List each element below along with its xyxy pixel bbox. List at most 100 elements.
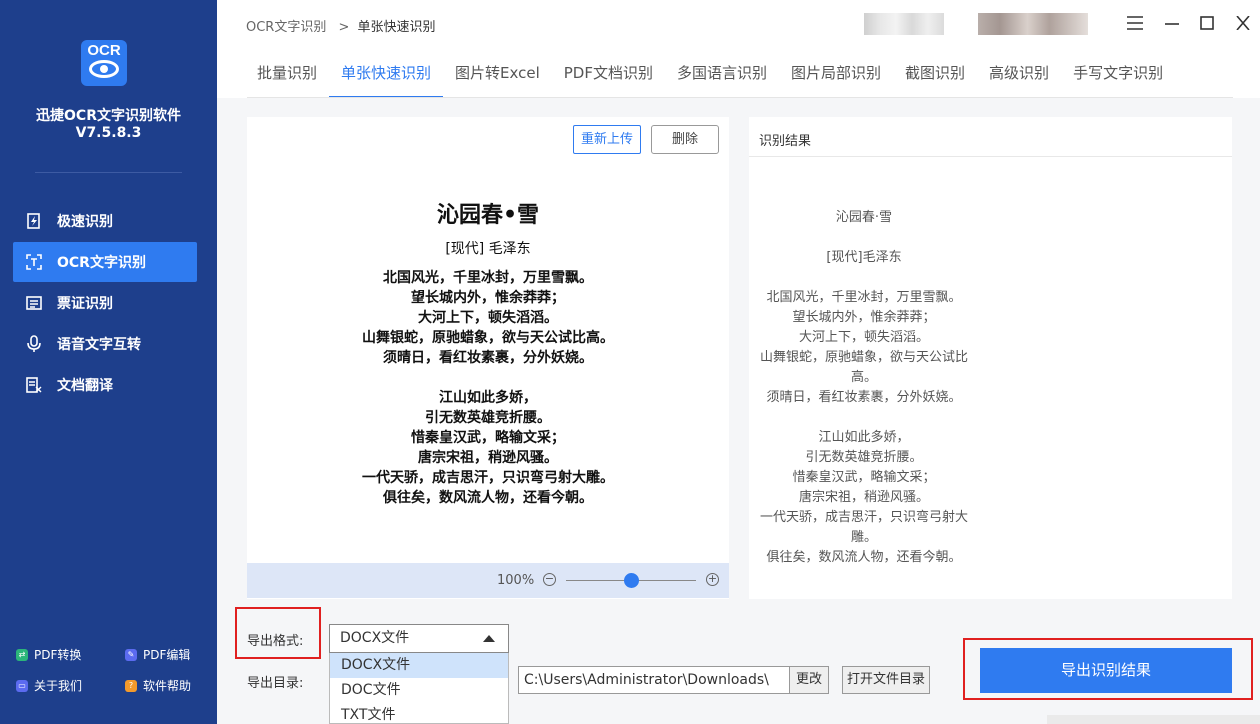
result-gap	[749, 228, 979, 248]
pdf-convert-icon: ⇄	[16, 648, 28, 661]
tab-0[interactable]: 批量识别	[247, 58, 329, 98]
poem-line: 俱往矣，数风流人物，还看今朝。	[383, 490, 593, 506]
open-dir-button[interactable]: 打开文件目录	[842, 666, 930, 694]
pdf-edit-link[interactable]: ✎ PDF编辑	[125, 646, 190, 663]
app-name: 迅捷OCR文字识别软件	[36, 108, 181, 124]
export-format-select[interactable]: DOCX文件	[329, 624, 509, 653]
tab-7[interactable]: 高级识别	[977, 58, 1061, 98]
result-panel-title: 识别结果	[759, 134, 812, 149]
blurred-avatar	[978, 13, 1088, 35]
sidebar-item-ocr[interactable]: OCR文字识别	[13, 242, 197, 282]
scan-frame-icon	[25, 253, 43, 271]
zoom-level: 100%	[497, 573, 535, 588]
sidebar-item-label: 语音文字互转	[57, 337, 141, 353]
result-line: 沁园春·雪	[835, 210, 893, 225]
pdf-convert-label: PDF转换	[34, 648, 82, 662]
stanza-gap	[247, 368, 729, 388]
format-option-doc[interactable]: DOC文件	[330, 678, 508, 703]
result-text[interactable]: 沁园春·雪 [现代]毛泽东 北国风光，千里冰封，万里雪飘。 望长城内外，惟余莽莽…	[749, 208, 979, 568]
zoom-in-icon[interactable]: +	[706, 573, 719, 586]
poem-line: 山舞银蛇，原驰蜡象，欲与天公试比高。	[362, 330, 614, 346]
tab-5[interactable]: 图片局部识别	[779, 58, 893, 98]
minimize-icon[interactable]	[1163, 14, 1181, 32]
export-format-label: 导出格式:	[247, 634, 304, 649]
sidebar-item-label: 文档翻译	[57, 378, 113, 394]
sidebar-divider	[35, 172, 182, 173]
help-label: 软件帮助	[143, 679, 192, 693]
tab-4[interactable]: 多国语言识别	[665, 58, 779, 98]
lightning-doc-icon	[25, 212, 43, 230]
blurred-user-info	[864, 13, 944, 35]
tab-6[interactable]: 截图识别	[893, 58, 977, 98]
eye-icon	[89, 60, 119, 78]
status-strip	[1047, 715, 1260, 724]
poem-line: 一代天骄，成吉思汗，只识弯弓射大雕。	[362, 470, 614, 486]
result-line: 江山如此多娇，	[818, 430, 910, 445]
result-line: 一代天骄，成吉思汗，只识弯弓射大雕。	[759, 510, 968, 545]
image-poem-title: 沁园春•雪	[436, 202, 540, 228]
pdf-convert-link[interactable]: ⇄ PDF转换	[16, 646, 81, 663]
poem-line: 唐宗宋祖，稍逊风骚。	[418, 450, 558, 466]
tab-8[interactable]: 手写文字识别	[1061, 58, 1175, 98]
app-version: V7.5.8.3	[75, 125, 142, 141]
pdf-edit-label: PDF编辑	[143, 648, 191, 662]
maximize-icon[interactable]	[1198, 14, 1216, 32]
sidebar-item-speed-recognition[interactable]: 极速识别	[13, 201, 197, 241]
logo-text: OCR	[87, 42, 121, 59]
export-format-dropdown: DOCX文件 DOC文件 TXT文件	[329, 653, 509, 724]
result-line: 大河上下，顿失滔滔。	[798, 330, 929, 345]
poem-line: 江山如此多娇，	[439, 390, 537, 406]
poem-line: 引无数英雄竞折腰。	[425, 410, 551, 426]
breadcrumb-root[interactable]: OCR文字识别	[246, 20, 326, 35]
translate-doc-icon	[25, 376, 43, 394]
export-result-button[interactable]: 导出识别结果	[980, 648, 1232, 693]
result-line: 俱往矣，数风流人物，还看今朝。	[766, 550, 962, 565]
result-gap	[749, 268, 979, 288]
poem-line: 须晴日，看红妆素裹，分外妖娆。	[383, 350, 593, 366]
breadcrumb-separator: >	[338, 20, 350, 35]
microphone-icon	[25, 335, 43, 353]
result-line: 山舞银蛇，原驰蜡象，欲与天公试比高。	[759, 350, 968, 385]
tab-2[interactable]: 图片转Excel	[443, 58, 552, 98]
close-icon[interactable]	[1234, 14, 1252, 32]
tab-1[interactable]: 单张快速识别	[329, 58, 444, 98]
format-option-txt[interactable]: TXT文件	[330, 703, 508, 724]
breadcrumb: OCR文字识别 > 单张快速识别	[246, 16, 436, 35]
result-line: 北国风光，千里冰封，万里雪飘。	[766, 290, 962, 305]
pdf-edit-icon: ✎	[125, 648, 137, 661]
zoom-out-icon[interactable]: −	[543, 573, 556, 586]
zoom-slider-handle[interactable]	[624, 573, 639, 588]
image-poem-body: 北国风光，千里冰封，万里雪飘。 望长城内外，惟余莽莽； 大河上下，顿失滔滔。 山…	[247, 268, 729, 508]
poem-line: 望长城内外，惟余莽莽；	[411, 290, 565, 306]
tab-bar: 批量识别 单张快速识别 图片转Excel PDF文档识别 多国语言识别 图片局部识别 截图识…	[247, 58, 1175, 98]
result-line: 望长城内外，惟余莽莽；	[792, 310, 936, 325]
sidebar-item-speech[interactable]: 语音文字互转	[13, 324, 197, 364]
about-link[interactable]: ▭ 关于我们	[16, 677, 82, 694]
delete-button[interactable]: 删除	[651, 125, 719, 154]
help-link[interactable]: ? 软件帮助	[125, 677, 191, 694]
result-panel-header	[749, 117, 1232, 157]
result-line: 引无数英雄竞折腰。	[805, 450, 923, 465]
poem-line: 大河上下，顿失滔滔。	[418, 310, 558, 326]
sidebar-item-ticket[interactable]: 票证识别	[13, 283, 197, 323]
help-icon: ?	[125, 679, 137, 692]
change-dir-button[interactable]: 更改	[789, 666, 829, 694]
export-dir-label: 导出目录:	[247, 676, 304, 691]
sidebar-item-translate[interactable]: 文档翻译	[13, 365, 197, 405]
poem-line: 北国风光，千里冰封，万里雪飘。	[383, 270, 593, 286]
result-line: [现代]毛泽东	[826, 250, 902, 265]
sidebar-item-label: OCR文字识别	[57, 255, 146, 271]
format-option-docx[interactable]: DOCX文件	[330, 653, 508, 678]
reupload-button[interactable]: 重新上传	[573, 125, 641, 154]
sidebar-item-label: 票证识别	[57, 296, 113, 312]
export-dir-input[interactable]: C:\Users\Administrator\Downloads\	[518, 666, 790, 694]
menu-icon[interactable]	[1126, 14, 1144, 32]
sidebar-item-label: 极速识别	[57, 214, 113, 230]
app-logo-icon: OCR	[81, 40, 127, 86]
tab-3[interactable]: PDF文档识别	[552, 58, 665, 98]
chevron-up-icon[interactable]	[483, 635, 495, 642]
breadcrumb-current: 单张快速识别	[357, 20, 436, 35]
result-gap	[749, 408, 979, 428]
ticket-icon	[25, 294, 43, 312]
result-line: 惜秦皇汉武，略输文采；	[792, 470, 936, 485]
